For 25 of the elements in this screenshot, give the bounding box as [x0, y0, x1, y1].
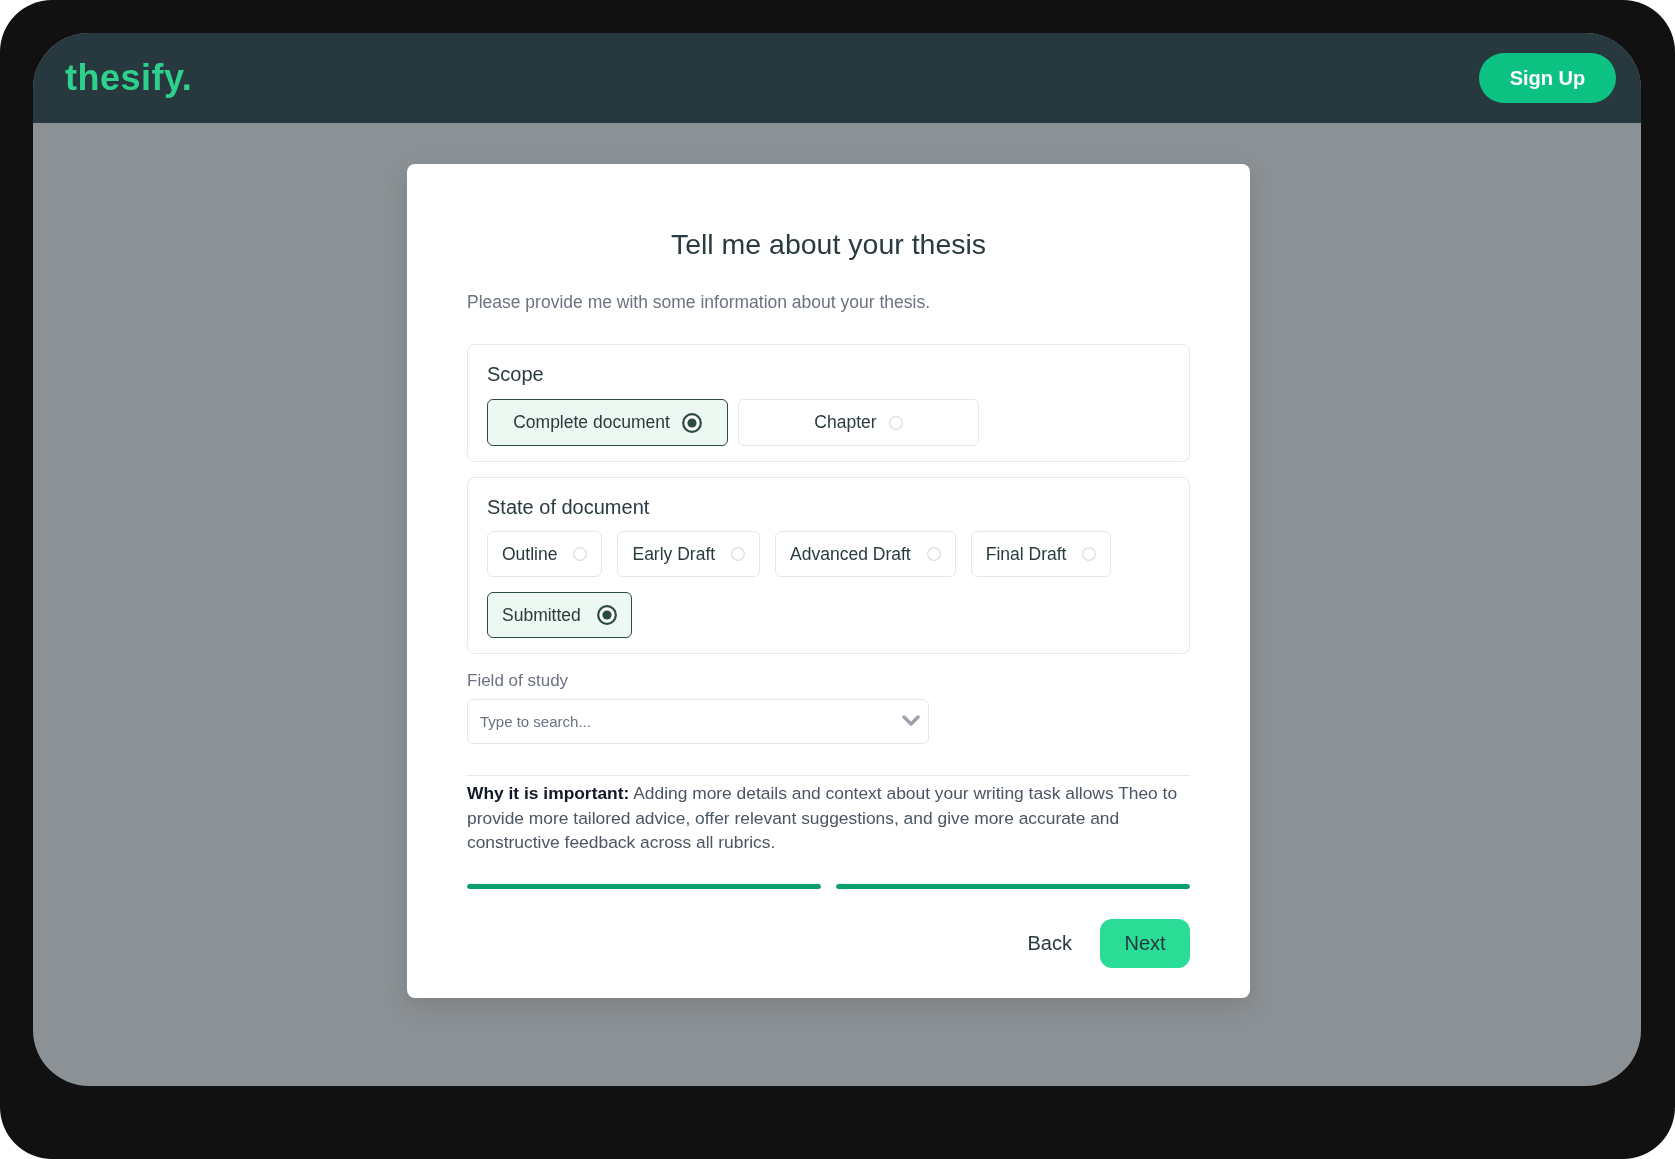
radio-icon [596, 605, 617, 625]
info-paragraph: Why it is important: Adding more details and context about your writing task allows Theo to provide more tailored advice, offer relevant suggestions, and give more accurate and constructive feedback across all rubrics. [467, 782, 1179, 854]
radio-icon [926, 547, 941, 561]
next-button[interactable]: Next [1100, 918, 1190, 968]
logo: thesify. [65, 58, 193, 98]
radio-icon [573, 547, 588, 561]
dialog-subtitle: Please provide me with some information about your thesis. [467, 291, 931, 314]
radio-icon [681, 412, 702, 433]
group-label: State of document [487, 495, 651, 520]
radio-icon [1082, 547, 1097, 561]
field-label: Field of study [467, 670, 570, 692]
radio-option[interactable]: Final Draft [970, 531, 1112, 577]
radio-option[interactable]: Advanced Draft [775, 531, 956, 577]
radio-option[interactable]: Submitted [487, 592, 632, 638]
radio-option[interactable]: Complete document [487, 399, 728, 446]
chevron-down-icon [902, 715, 920, 727]
search-select-field[interactable]: Type to search... [467, 699, 929, 744]
radio-option[interactable]: Outline [487, 531, 603, 577]
radio-option[interactable]: Chapter [738, 399, 979, 446]
radio-icon [888, 415, 903, 430]
back-button[interactable]: Back [1011, 918, 1088, 968]
radio-icon [731, 547, 746, 561]
dialog-title: Tell me about your thesis [669, 227, 988, 262]
group-label: Scope [487, 362, 545, 387]
radio-option[interactable]: Early Draft [617, 531, 761, 577]
